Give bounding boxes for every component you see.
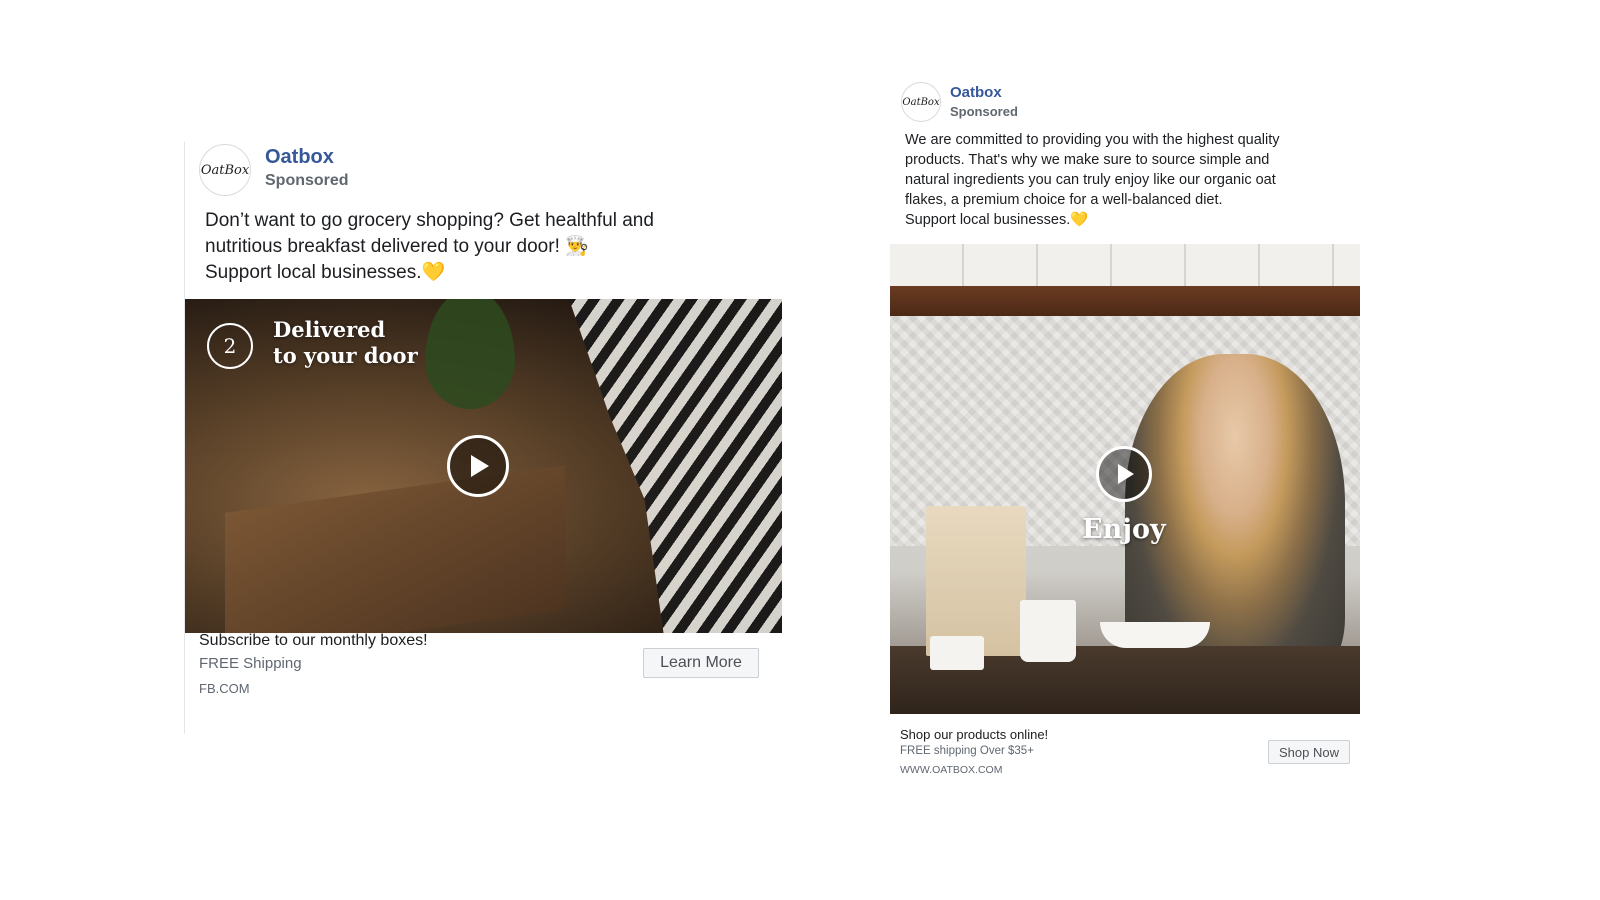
- page-name-link[interactable]: Oatbox: [950, 84, 1002, 101]
- page: OatBox Oatbox Sponsored Don’t want to go…: [0, 0, 1600, 900]
- video-frame-bowl: [1100, 622, 1210, 648]
- oatbox-logo[interactable]: OatBox: [199, 144, 251, 196]
- video-frame-oatbox-bag: [926, 506, 1026, 656]
- link-domain: FB.COM: [199, 681, 250, 696]
- ad-body-line: flakes, a premium choice for a well-bala…: [905, 192, 1223, 208]
- sponsored-label[interactable]: Sponsored: [265, 172, 349, 190]
- yellow-heart-icon: 💛: [421, 262, 446, 283]
- ad-body-text: We are committed to providing you with t…: [905, 130, 1345, 230]
- ad-video[interactable]: 2 Delivered to your door: [185, 299, 782, 633]
- ad-body-line: Support local businesses.💛: [905, 210, 1345, 230]
- ad-body-line-text: Support local businesses.: [905, 212, 1071, 228]
- step-number-badge: 2: [207, 323, 253, 369]
- ad-body-line: Support local businesses.💛: [205, 260, 745, 286]
- video-overlay-caption: Delivered to your door: [273, 317, 473, 369]
- play-button[interactable]: [1096, 446, 1152, 502]
- video-frame-mug: [1020, 600, 1076, 662]
- play-button[interactable]: [447, 435, 509, 497]
- ad-body-line: Don’t want to go grocery shopping? Get h…: [205, 210, 654, 231]
- yellow-heart-icon: 💛: [1070, 212, 1089, 228]
- overlay-line: Delivered: [273, 317, 386, 342]
- sponsored-label[interactable]: Sponsored: [950, 104, 1018, 119]
- overlay-line: to your door: [273, 343, 418, 368]
- link-domain: WWW.OATBOX.COM: [900, 764, 1003, 776]
- ad-body-line: We are committed to providing you with t…: [905, 132, 1280, 148]
- play-icon: [471, 455, 489, 477]
- video-overlay-caption: Enjoy: [1082, 514, 1166, 545]
- video-frame-shelf: [890, 286, 1360, 316]
- page-name-link[interactable]: Oatbox: [265, 146, 334, 169]
- video-frame-berry-cup: [930, 636, 984, 670]
- ad-body-line: nutritious breakfast delivered to your d…: [205, 236, 589, 257]
- ad-body-line: natural ingredients you can truly enjoy …: [905, 172, 1276, 188]
- ad-video[interactable]: Enjoy: [890, 244, 1360, 714]
- facebook-ad-oatbox-enjoy: OatBox Oatbox Sponsored We are committed…: [890, 80, 1365, 780]
- link-headline[interactable]: Subscribe to our monthly boxes!: [199, 632, 428, 650]
- ad-body-line-text: Support local businesses.: [205, 262, 422, 283]
- ad-body-text: Don’t want to go grocery shopping? Get h…: [205, 208, 745, 286]
- learn-more-button[interactable]: Learn More: [643, 648, 759, 678]
- video-frame-cabinets: [890, 244, 1360, 286]
- shop-now-button[interactable]: Shop Now: [1268, 740, 1350, 764]
- link-description: FREE Shipping: [199, 655, 302, 672]
- video-frame-box: [225, 465, 565, 633]
- oatbox-logo[interactable]: OatBox: [901, 82, 941, 122]
- play-icon: [1118, 464, 1134, 484]
- ad-body-line: products. That's why we make sure to sou…: [905, 152, 1270, 168]
- facebook-ad-oatbox-delivery: OatBox Oatbox Sponsored Don’t want to go…: [184, 142, 783, 734]
- link-headline[interactable]: Shop our products online!: [900, 727, 1048, 742]
- link-description: FREE shipping Over $35+: [900, 745, 1034, 757]
